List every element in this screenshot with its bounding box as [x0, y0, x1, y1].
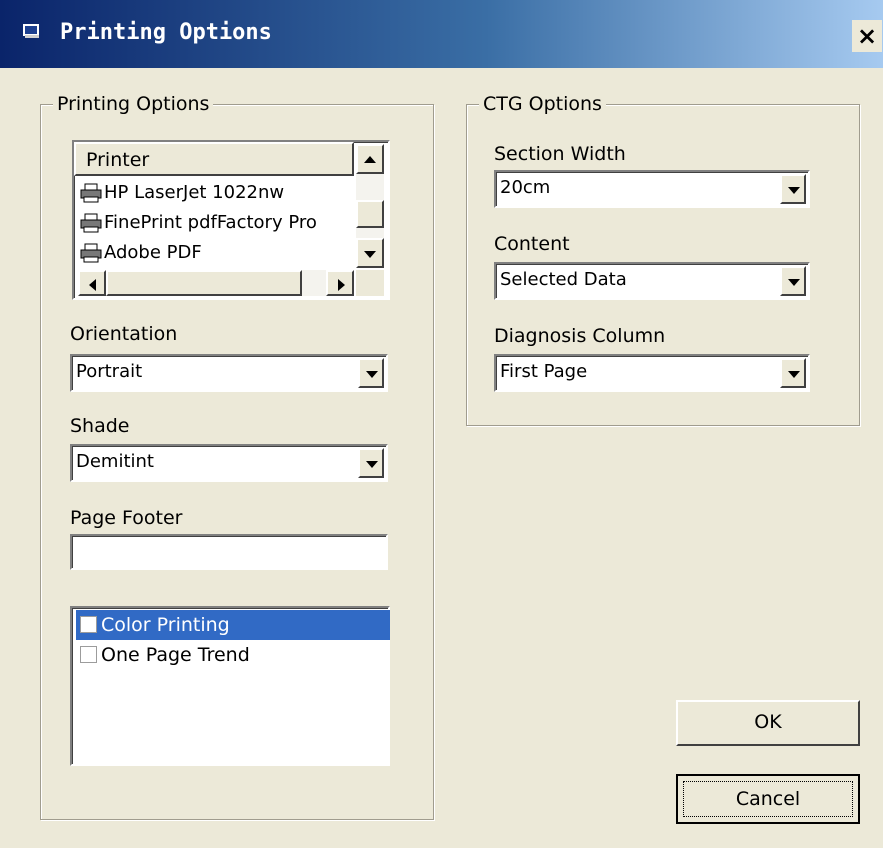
printer-item[interactable]: FinePrint pdfFactory Pro [80, 208, 354, 238]
checklist-item-label: Color Printing [101, 614, 230, 636]
checklist-item-one-page-trend[interactable]: One Page Trend [76, 640, 390, 670]
page-footer-input[interactable] [70, 534, 388, 570]
section-width-value: 20cm [500, 177, 551, 198]
checkbox[interactable] [80, 615, 97, 633]
printer-item[interactable]: HP LaserJet 1022nw [80, 178, 354, 208]
ok-button-label: OK [754, 711, 782, 733]
scroll-right-button[interactable] [326, 270, 354, 296]
scroll-up-button[interactable] [356, 144, 384, 174]
printing-options-legend: Printing Options [53, 92, 214, 116]
orientation-value: Portrait [76, 361, 143, 382]
shade-select[interactable]: Demitint [70, 444, 388, 482]
app-icon [23, 24, 39, 38]
scroll-thumb[interactable] [356, 200, 384, 228]
printer-list-vscroll[interactable] [356, 144, 384, 268]
printer-icon [80, 183, 102, 203]
checklist-item-label: One Page Trend [101, 644, 250, 666]
orientation-dropdown-button[interactable] [358, 358, 384, 388]
chevron-down-icon [788, 187, 800, 194]
scroll-left-icon [89, 279, 96, 291]
diagnosis-column-select[interactable]: First Page [494, 354, 810, 392]
content-dropdown-button[interactable] [780, 266, 806, 296]
printer-icon [80, 243, 102, 263]
printer-icon [80, 213, 102, 233]
printing-options-dialog: Printing Options × Printing Options Prin… [0, 0, 883, 848]
printer-list-hscroll[interactable] [78, 270, 354, 296]
orientation-label: Orientation [70, 323, 178, 345]
diagnosis-column-label: Diagnosis Column [494, 325, 666, 347]
scroll-down-button[interactable] [356, 238, 384, 268]
window-title: Printing Options [60, 20, 272, 45]
scroll-corner [356, 270, 384, 296]
checklist-item-color-printing[interactable]: Color Printing [76, 610, 390, 640]
content-label: Content [494, 233, 570, 255]
page-footer-label: Page Footer [70, 507, 183, 529]
orientation-select[interactable]: Portrait [70, 354, 388, 392]
checkbox[interactable] [80, 645, 97, 663]
scroll-down-icon [364, 251, 376, 258]
chevron-down-icon [366, 371, 378, 378]
printer-column-header: Printer [86, 149, 150, 171]
title-bar[interactable]: Printing Options × [0, 0, 883, 68]
printer-item-label: HP LaserJet 1022nw [104, 182, 285, 203]
content-value: Selected Data [500, 269, 627, 290]
focus-ring [683, 781, 853, 817]
option-checklist[interactable]: Color Printing One Page Trend [70, 606, 390, 766]
shade-dropdown-button[interactable] [358, 448, 384, 478]
scroll-right-icon [338, 279, 345, 291]
printer-list-header[interactable]: Printer [74, 142, 354, 176]
shade-label: Shade [70, 415, 130, 437]
printer-item-label: Adobe PDF [104, 242, 202, 263]
chevron-down-icon [366, 461, 378, 468]
diagnosis-column-dropdown-button[interactable] [780, 358, 806, 388]
diagnosis-column-value: First Page [500, 361, 588, 382]
printer-item[interactable]: Adobe PDF [80, 238, 354, 268]
close-button[interactable]: × [852, 20, 882, 52]
ok-button[interactable]: OK [676, 700, 860, 746]
ctg-options-legend: CTG Options [479, 92, 606, 116]
shade-value: Demitint [76, 451, 154, 472]
cancel-button[interactable]: Cancel [676, 774, 860, 824]
scroll-left-button[interactable] [78, 270, 106, 296]
printer-item-label: FinePrint pdfFactory Pro [104, 212, 317, 233]
section-width-label: Section Width [494, 143, 626, 165]
chevron-down-icon [788, 279, 800, 286]
content-select[interactable]: Selected Data [494, 262, 810, 300]
chevron-down-icon [788, 371, 800, 378]
scroll-up-icon [364, 156, 376, 163]
section-width-dropdown-button[interactable] [780, 174, 806, 204]
printer-list[interactable]: Printer HP LaserJet 1022nw FinePrint pdf… [72, 140, 390, 300]
section-width-select[interactable]: 20cm [494, 170, 810, 208]
hscroll-thumb[interactable] [106, 270, 302, 296]
